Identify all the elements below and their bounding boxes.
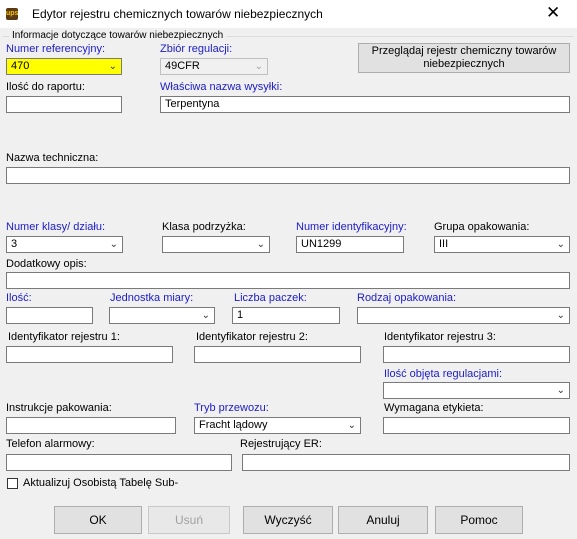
packing-instructions-label: Instrukcje pakowania: [6,402,112,414]
er-registrant-label: Rejestrujący ER: [240,438,322,450]
id-number-label: Numer identyfikacyjny: [296,221,407,233]
registry-id-2-label: Identyfikator rejestru 2: [196,331,308,343]
transport-mode-label: Tryb przewozu: [194,402,269,414]
reference-number-label: Numer referencyjny: [6,43,106,55]
regulation-set-combo: 49CFR ⌄ [160,58,268,75]
chevron-down-icon: ⌄ [254,61,263,72]
transport-mode-combo[interactable]: Fracht lądowy ⌄ [194,417,361,434]
update-table-checkbox-label: Aktualizuj Osobistą Tabelę Sub- [23,477,179,489]
packing-instructions-input[interactable] [6,417,176,434]
class-division-label: Numer klasy/ działu: [6,221,106,233]
packaging-type-combo[interactable]: ⌄ [357,307,570,324]
chevron-down-icon: ⌄ [109,239,118,250]
registry-id-3-label: Identyfikator rejestru 3: [384,331,496,343]
registry-id-1-input[interactable] [6,346,173,363]
packing-group-label: Grupa opakowania: [434,221,530,233]
regulation-set-label: Zbiór regulacji: [160,43,233,55]
registry-id-3-input[interactable] [383,346,570,363]
technical-name-label: Nazwa techniczna: [6,152,99,164]
group-legend: Informacje dotyczące towarów niebezpiecz… [9,30,227,41]
delete-button[interactable]: Usuń [148,506,230,534]
shipping-name-input[interactable]: Terpentyna [160,96,570,113]
subsidiary-class-label: Klasa podrzyżka: [162,221,246,233]
chevron-down-icon: ⌄ [201,310,210,321]
help-button[interactable]: Pomoc [435,506,523,534]
chevron-down-icon: ⌄ [347,420,356,431]
regulated-quantity-label: Ilość objęta regulacjami: [384,368,503,380]
close-icon[interactable]: ✕ [546,3,560,23]
ups-shield-icon: ups [6,8,18,20]
report-quantity-input[interactable] [6,96,122,113]
class-division-value: 3 [11,238,18,250]
reference-number-combo[interactable]: 470 ⌄ [6,58,122,75]
ok-button[interactable]: OK [54,506,142,534]
quantity-input[interactable] [6,307,93,324]
update-table-checkbox[interactable] [7,478,18,489]
chevron-down-icon: ⌄ [556,385,565,396]
chevron-down-icon: ⌄ [556,239,565,250]
required-label-label: Wymagana etykieta: [384,402,484,414]
shipping-name-label: Właściwa nazwa wysyłki: [160,81,283,93]
unit-of-measure-combo[interactable]: ⌄ [109,307,215,324]
title-bar: ups Edytor rejestru chemicznych towarów … [0,0,577,28]
class-division-combo[interactable]: 3 ⌄ [6,236,123,253]
emergency-phone-label: Telefon alarmowy: [6,438,95,450]
quantity-label: Ilość: [6,292,32,304]
emergency-phone-input[interactable] [6,454,232,471]
package-count-input[interactable]: 1 [232,307,340,324]
cancel-button[interactable]: Anuluj [338,506,428,534]
packaging-type-label: Rodzaj opakowania: [357,292,457,304]
packing-group-combo[interactable]: III ⌄ [434,236,570,253]
chevron-down-icon: ⌄ [556,310,565,321]
regulated-quantity-combo[interactable]: ⌄ [383,382,570,399]
clear-button[interactable]: Wyczyść [243,506,333,534]
required-label-input[interactable] [383,417,570,434]
technical-name-input[interactable] [6,167,570,184]
id-number-input[interactable]: UN1299 [296,236,404,253]
packing-group-value: III [439,238,449,250]
additional-description-input[interactable] [6,272,570,289]
unit-of-measure-label: Jednostka miary: [110,292,194,304]
er-registrant-input[interactable] [242,454,570,471]
reference-number-value: 470 [11,60,30,72]
additional-description-label: Dodatkowy opis: [6,258,87,270]
browse-registry-button[interactable]: Przeglądaj rejestr chemiczny towarów nie… [358,43,570,73]
registry-id-2-input[interactable] [194,346,361,363]
regulation-set-value: 49CFR [165,60,200,72]
report-quantity-label: Ilość do raportu: [6,81,85,93]
package-count-label: Liczba paczek: [234,292,307,304]
subsidiary-class-combo[interactable]: ⌄ [162,236,270,253]
window-title: Edytor rejestru chemicznych towarów nieb… [32,7,323,21]
chevron-down-icon: ⌄ [256,239,265,250]
transport-mode-value: Fracht lądowy [199,419,268,431]
registry-id-1-label: Identyfikator rejestru 1: [8,331,120,343]
chevron-down-icon: ⌄ [108,61,117,72]
